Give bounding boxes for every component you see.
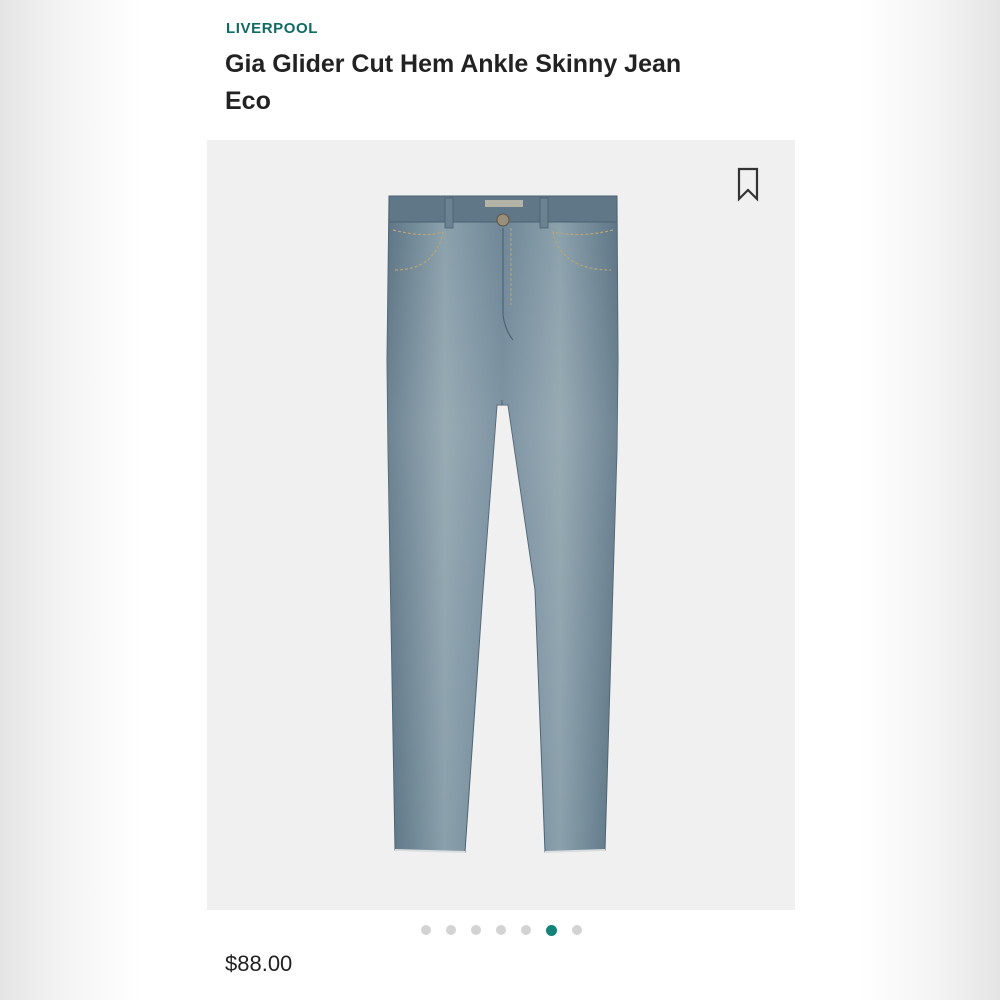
product-image-jeans bbox=[386, 195, 619, 853]
product-card: LIVERPOOL Gia Glider Cut Hem Ankle Skinn… bbox=[207, 0, 795, 1000]
carousel-dot[interactable] bbox=[420, 925, 431, 935]
product-header: LIVERPOOL Gia Glider Cut Hem Ankle Skinn… bbox=[207, 0, 795, 140]
product-image-area[interactable] bbox=[207, 140, 795, 910]
carousel-dot[interactable] bbox=[520, 925, 531, 935]
carousel-dot[interactable] bbox=[571, 925, 582, 935]
carousel-dot[interactable] bbox=[495, 925, 506, 935]
carousel-dot[interactable] bbox=[470, 925, 481, 935]
product-price: $88.00 bbox=[225, 951, 293, 976]
carousel-dot[interactable] bbox=[445, 925, 456, 935]
bookmark-icon[interactable] bbox=[734, 166, 762, 202]
product-title: Gia Glider Cut Hem Ankle Skinny Jean Eco bbox=[225, 50, 682, 115]
carousel-dot-active[interactable] bbox=[545, 924, 557, 936]
brand-name[interactable]: LIVERPOOL bbox=[226, 20, 318, 37]
carousel-dots bbox=[207, 922, 795, 938]
